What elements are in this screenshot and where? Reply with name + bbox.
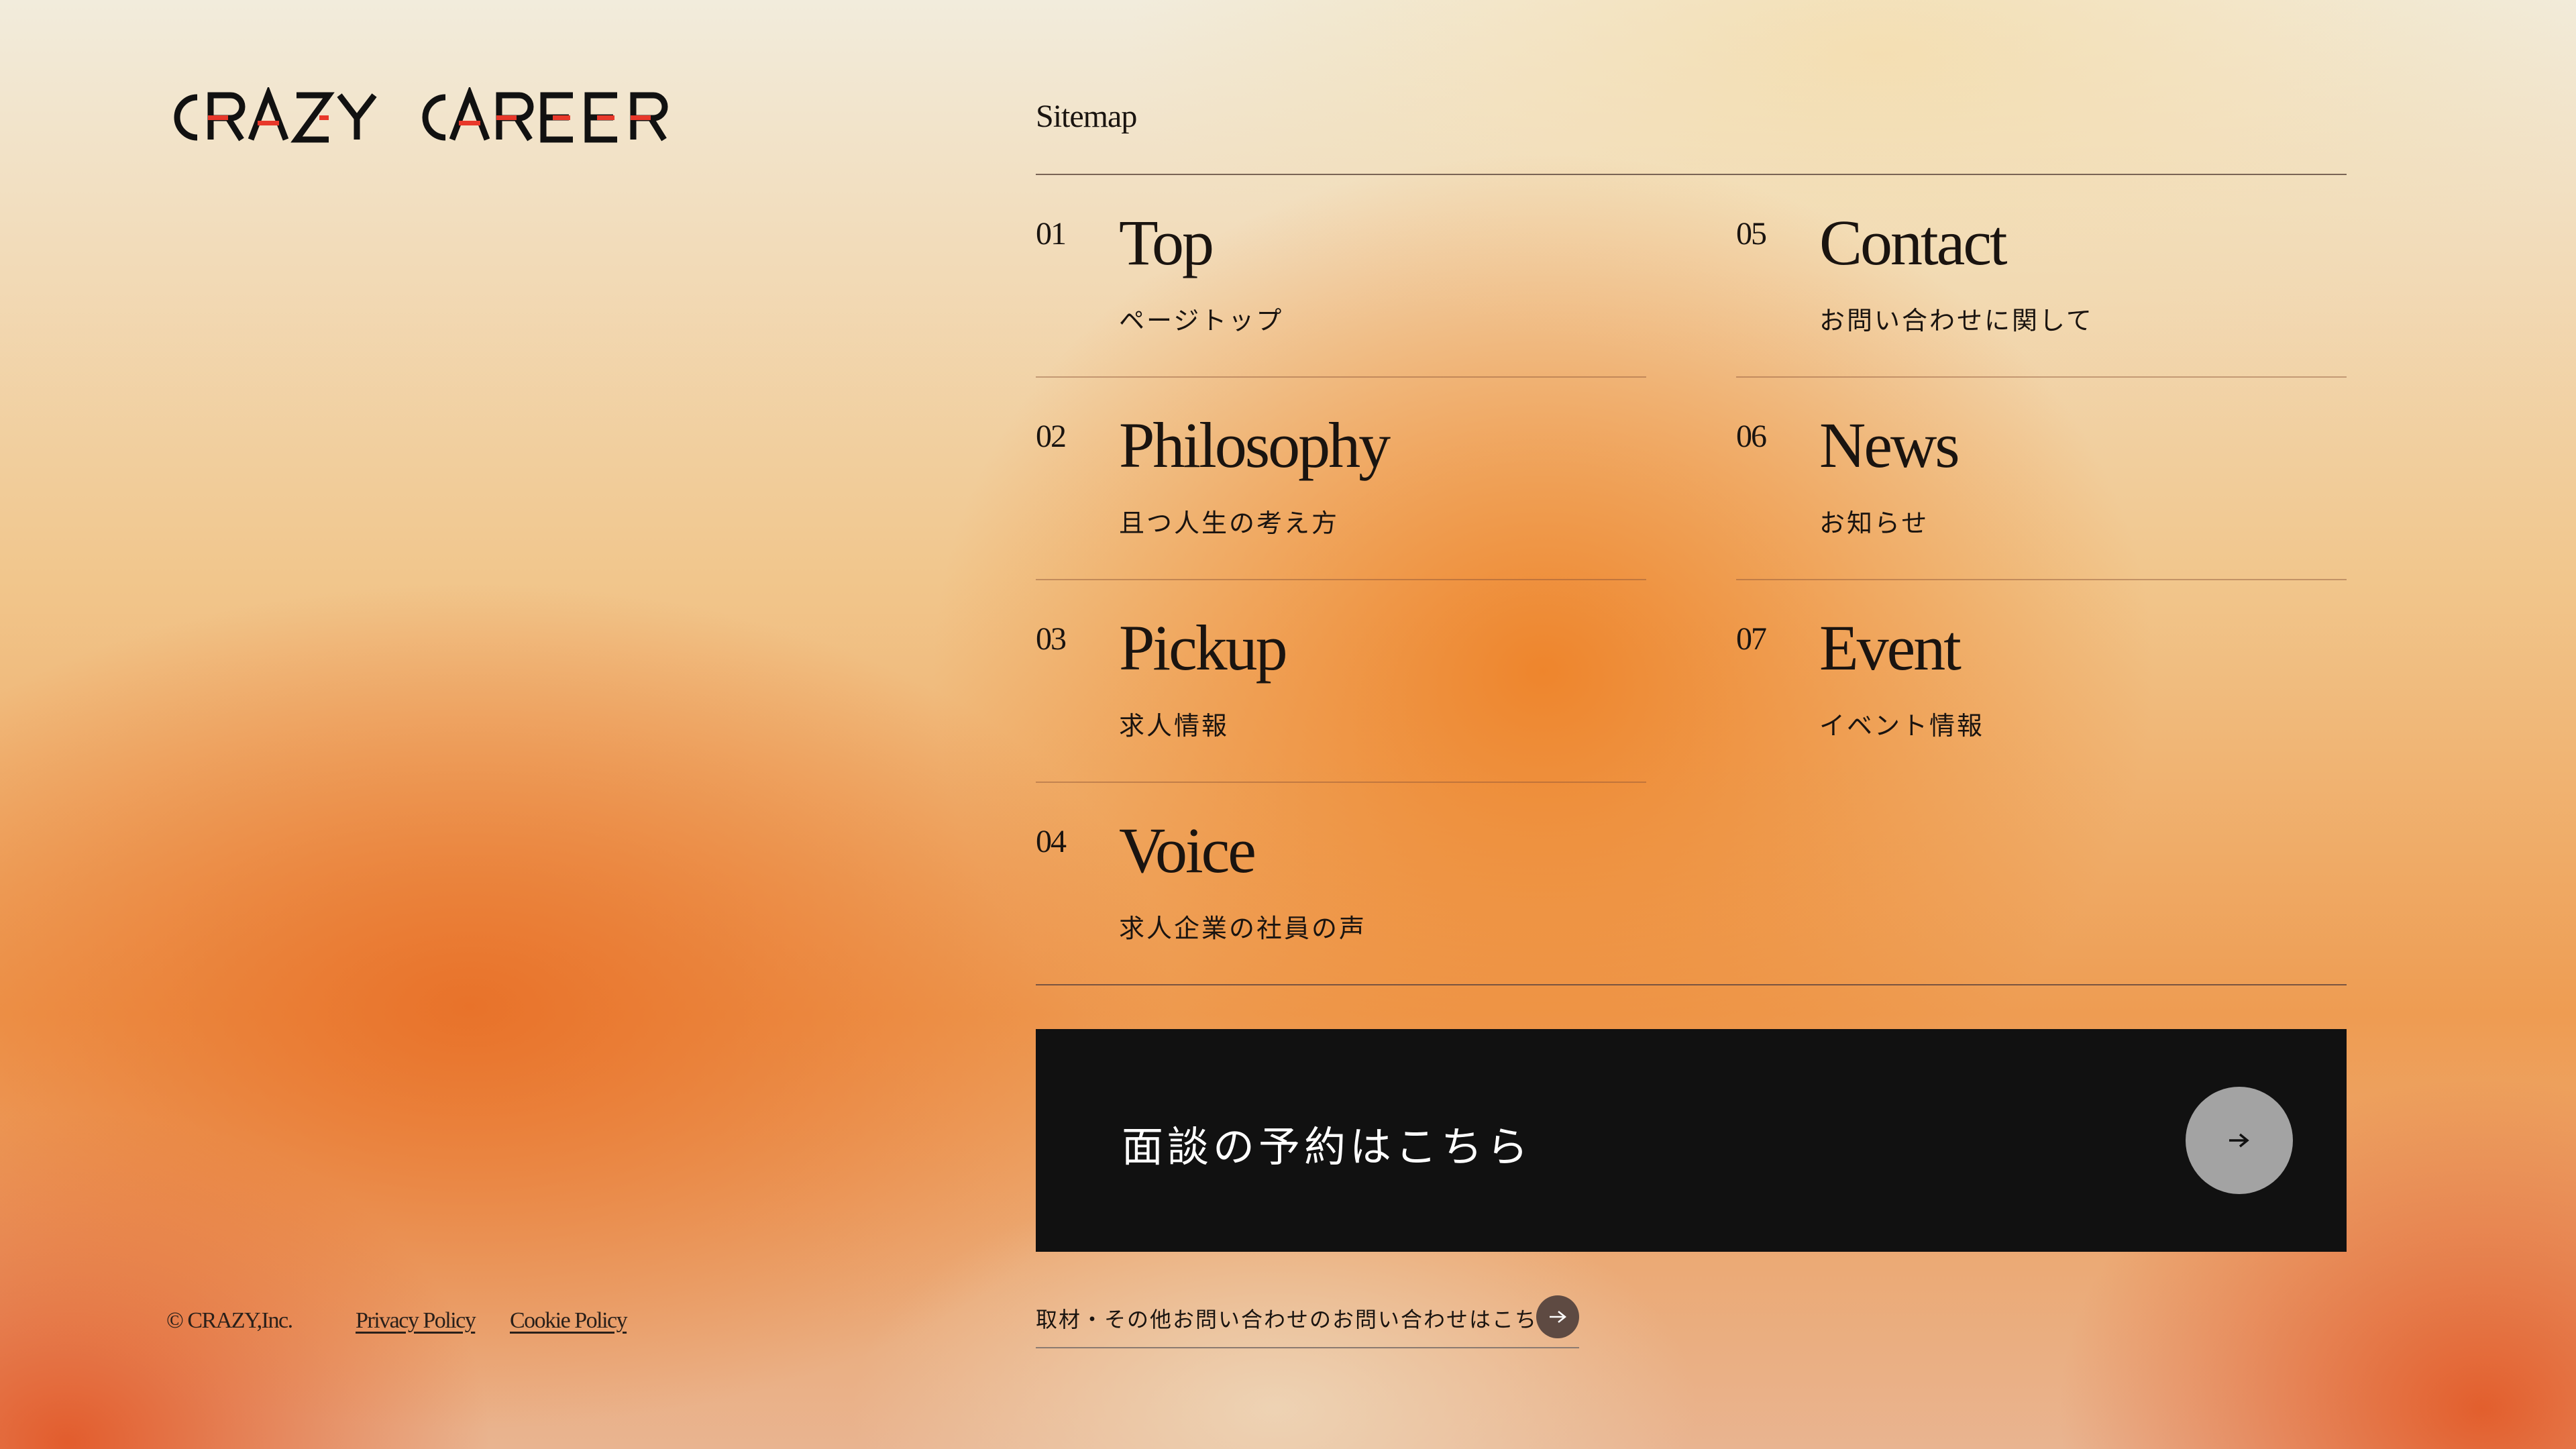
nav-item-number: 06 (1736, 419, 1767, 454)
nav-item-number: 04 (1036, 824, 1067, 859)
nav-item-title: News (1819, 409, 1960, 481)
nav-item-number: 07 (1736, 621, 1767, 657)
nav-item-subtitle: 求人情報 (1119, 711, 1230, 741)
nav-item-contact[interactable]: 05 Contact お問い合わせに関して (1736, 175, 2347, 378)
nav-item-event[interactable]: 07 Event イベント情報 (1736, 580, 2347, 783)
nav-item-voice[interactable]: 04 Voice 求人企業の社員の声 (1036, 783, 1646, 985)
inquiry-label: 取材・その他お問い合わせのお問い合わせはこちら (1036, 1307, 1561, 1332)
nav-item-title: Philosophy (1119, 409, 1391, 481)
arrow-right-icon (2186, 1087, 2293, 1194)
nav-item-subtitle: お問い合わせに関して (1819, 306, 2094, 335)
nav-item-subtitle: 求人企業の社員の声 (1119, 914, 1367, 943)
nav-item-top[interactable]: 01 Top ページトップ (1036, 175, 1646, 378)
nav-item-subtitle: お知らせ (1819, 508, 1929, 538)
nav-item-philosophy[interactable]: 02 Philosophy 且つ人生の考え方 (1036, 378, 1646, 580)
nav-item-number: 01 (1036, 216, 1067, 252)
copyright: © CRAZY,Inc. (166, 1308, 293, 1333)
nav-item-subtitle: ページトップ (1119, 306, 1284, 335)
nav-item-title: Event (1819, 612, 1962, 684)
arrow-right-icon (1536, 1295, 1579, 1338)
privacy-policy-link[interactable]: Privacy Policy (356, 1308, 476, 1334)
press-inquiry-link[interactable]: 取材・その他お問い合わせのお問い合わせはこちら (1036, 1292, 1579, 1348)
nav-item-title: Top (1119, 207, 1214, 278)
nav-item-subtitle: イベント情報 (1819, 711, 1985, 741)
logo-mark (174, 87, 668, 143)
interview-booking-button[interactable]: 面談の予約はこちら (1036, 1029, 2347, 1252)
nav-item-subtitle: 且つ人生の考え方 (1119, 508, 1340, 538)
nav-item-number: 02 (1036, 419, 1067, 454)
cookie-policy-link[interactable]: Cookie Policy (510, 1308, 628, 1334)
cta-label: 面談の予約はこちら (1122, 1122, 1533, 1171)
nav-item-title: Pickup (1119, 612, 1288, 684)
divider (1036, 984, 2347, 985)
nav-item-number: 03 (1036, 621, 1067, 657)
crazy-career-logo[interactable] (164, 87, 700, 148)
nav-item-title: Voice (1119, 814, 1256, 886)
nav-item-number: 05 (1736, 216, 1767, 252)
nav-item-news[interactable]: 06 News お知らせ (1736, 378, 2347, 580)
nav-item-title: Contact (1819, 207, 2008, 278)
sitemap-heading: Sitemap (1036, 99, 1137, 134)
nav-item-pickup[interactable]: 03 Pickup 求人情報 (1036, 580, 1646, 783)
